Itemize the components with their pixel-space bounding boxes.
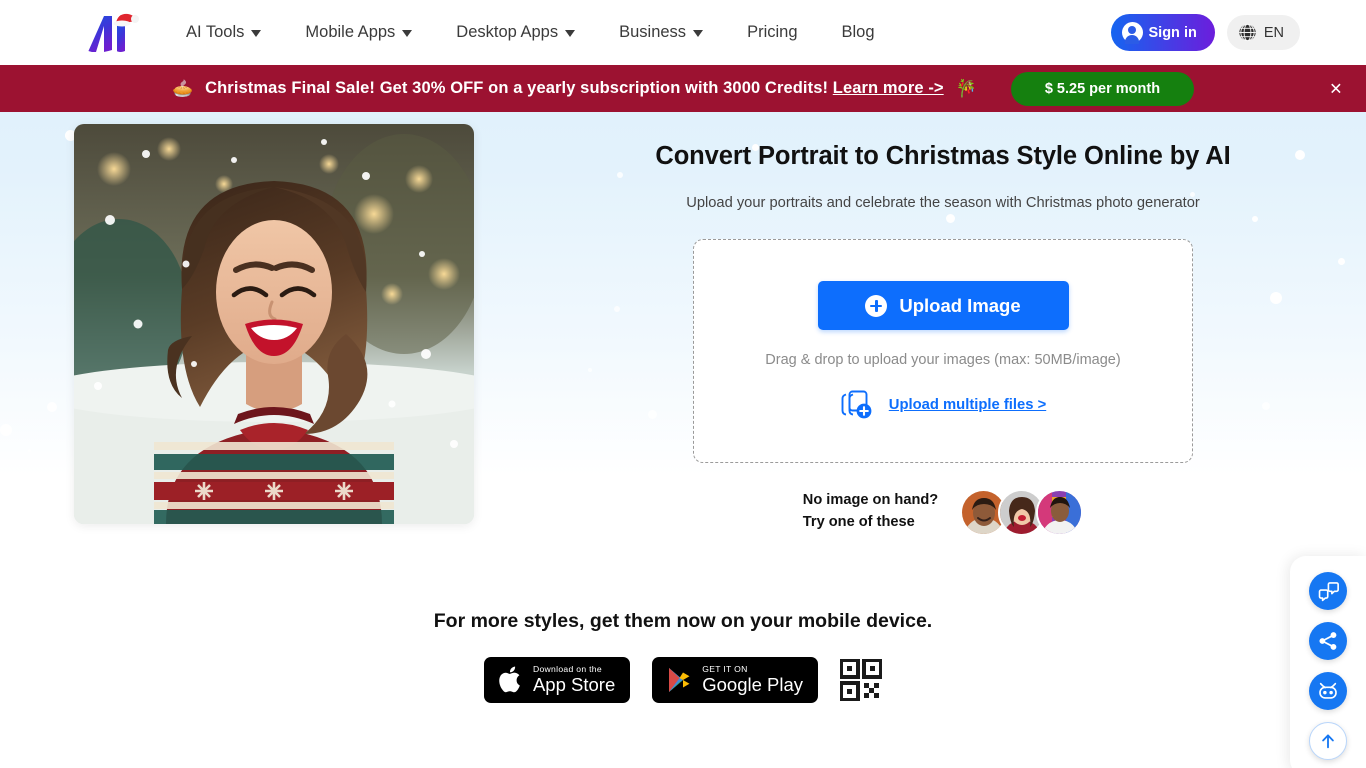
drag-drop-hint: Drag & drop to upload your images (max: … (765, 352, 1121, 369)
upload-dropzone[interactable]: Upload Image Drag & drop to upload your … (693, 238, 1193, 463)
globe-icon (1239, 23, 1256, 42)
ai-bot-icon (1319, 682, 1337, 699)
sample-prompt-line1: No image on hand? (802, 492, 939, 509)
nav-item-label: Mobile Apps (305, 23, 396, 41)
multiple-files-icon (841, 390, 872, 419)
language-selector[interactable]: EN (1226, 15, 1300, 50)
sample-images-section: No image on hand? Try one of these (576, 488, 1310, 536)
sample-thumbnail[interactable] (1036, 488, 1084, 536)
scroll-to-top-icon (1322, 734, 1334, 749)
promo-message-text: Christmas Final Sale! Get 30% OFF on a y… (205, 79, 829, 97)
mobile-download-section: For more styles, get them now on your mo… (0, 610, 1366, 703)
chevron-down-icon (565, 30, 576, 37)
chevron-down-icon (402, 30, 413, 37)
site-logo[interactable] (84, 10, 142, 56)
nav-item-pricing[interactable]: Pricing (747, 17, 797, 48)
google-play-button[interactable]: GET IT ON Google Play (652, 656, 819, 703)
close-icon[interactable]: × (1330, 78, 1342, 99)
upload-image-button[interactable]: Upload Image (817, 281, 1069, 331)
share-icon (1319, 632, 1337, 650)
upload-multiple-row[interactable]: Upload multiple files > (840, 390, 1046, 420)
app-store-label: App Store (532, 673, 616, 695)
page-root: AI Tools Mobile Apps Desktop Apps Busine… (0, 0, 1366, 768)
nav-item-ai-tools[interactable]: AI Tools (186, 17, 262, 48)
page-subtitle: Upload your portraits and celebrate the … (686, 194, 1200, 211)
navbar: AI Tools Mobile Apps Desktop Apps Busine… (0, 0, 1366, 65)
sample-thumbnails (960, 488, 1084, 536)
plus-circle-icon (865, 294, 888, 317)
chevron-down-icon (693, 30, 704, 37)
promo-message: Christmas Final Sale! Get 30% OFF on a y… (205, 79, 944, 98)
google-play-icon (669, 667, 690, 692)
google-play-label: Google Play (702, 673, 804, 695)
nav-item-desktop-apps[interactable]: Desktop Apps (456, 17, 576, 48)
sign-in-button[interactable]: Sign in (1110, 14, 1215, 51)
store-badges: Download on the App Store GET IT ON Goog… (0, 656, 1366, 703)
nav-item-label: Pricing (747, 23, 798, 41)
upload-image-label: Upload Image (899, 294, 1021, 316)
nav-item-label: Business (619, 23, 687, 41)
ai-assistant-button[interactable] (1309, 672, 1347, 710)
nav-item-label: AI Tools (186, 23, 245, 41)
nav-item-business[interactable]: Business (619, 17, 704, 48)
promo-learn-more-link[interactable]: Learn more -> (833, 79, 944, 97)
navbar-actions: Sign in EN (1110, 14, 1300, 51)
floating-action-dock (1290, 556, 1366, 768)
christmas-bells-icon: 🎋 (955, 79, 977, 98)
feedback-chat-icon (1318, 581, 1339, 601)
hero-section: Convert Portrait to Christmas Style Onli… (0, 112, 1366, 536)
sample-prompt-line2: Try one of these (802, 514, 915, 531)
nav-item-label: Desktop Apps (456, 23, 559, 41)
nav-item-mobile-apps[interactable]: Mobile Apps (305, 17, 413, 48)
christmas-pudding-icon: 🥧 (171, 79, 194, 98)
nav-item-label: Blog (841, 23, 875, 41)
nav-item-blog[interactable]: Blog (842, 17, 875, 48)
app-store-button[interactable]: Download on the App Store (483, 656, 631, 703)
promo-price-button[interactable]: $ 5.25 per month (1010, 71, 1195, 106)
mobile-section-title: For more styles, get them now on your mo… (433, 609, 933, 632)
promo-banner: 🥧 Christmas Final Sale! Get 30% OFF on a… (0, 65, 1366, 112)
hero-content-column: Convert Portrait to Christmas Style Onli… (548, 124, 1366, 536)
feedback-chat-button[interactable] (1309, 572, 1347, 610)
nav-links: AI Tools Mobile Apps Desktop Apps Busine… (186, 17, 875, 48)
language-label: EN (1263, 24, 1284, 41)
sample-prompt-text: No image on hand? Try one of these (803, 490, 938, 534)
upload-multiple-files-link[interactable]: Upload multiple files > (889, 397, 1046, 413)
hero-portrait-image (74, 124, 474, 524)
share-button[interactable] (1309, 622, 1347, 660)
chevron-down-icon (251, 30, 262, 37)
page-title: Convert Portrait to Christmas Style Onli… (655, 142, 1231, 170)
apple-icon (499, 666, 520, 693)
hero-image-column (0, 124, 548, 536)
scroll-to-top-button[interactable] (1309, 722, 1347, 760)
user-avatar-icon (1121, 22, 1143, 44)
qr-code-icon[interactable] (839, 657, 884, 702)
sign-in-label: Sign in (1148, 24, 1197, 41)
